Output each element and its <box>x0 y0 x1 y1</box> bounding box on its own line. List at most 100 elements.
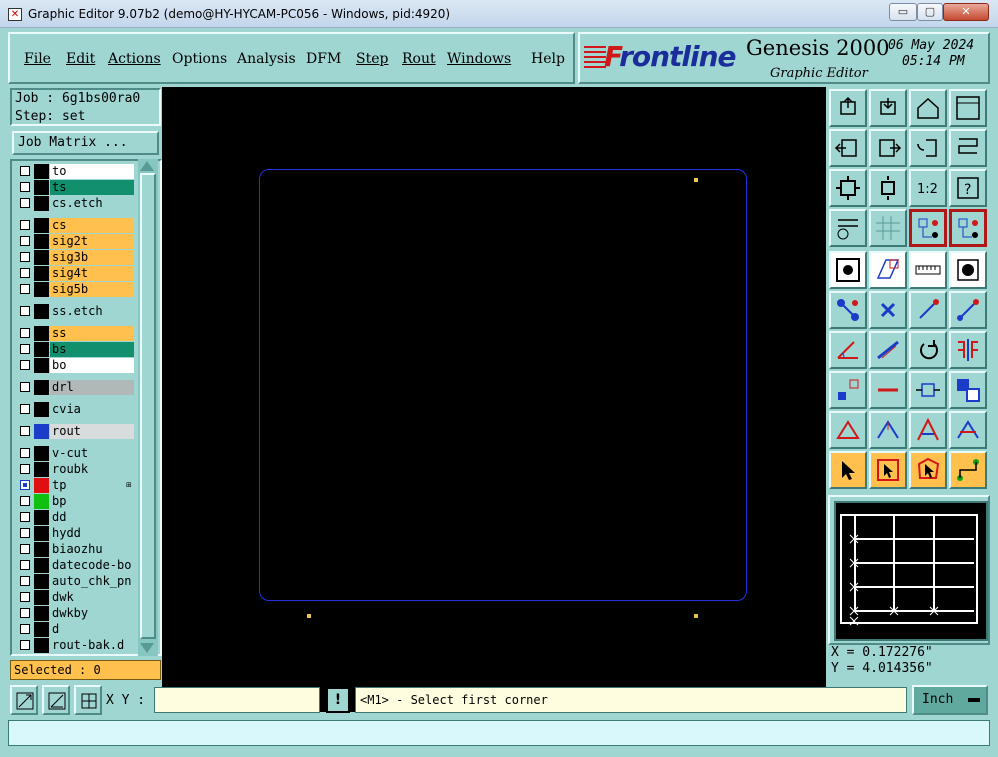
layer-name[interactable]: biaozhu <box>50 542 134 557</box>
layer-name[interactable]: dwk <box>50 590 134 605</box>
graphics-canvas[interactable] <box>162 87 826 712</box>
pan-left-tool-button[interactable] <box>829 129 867 167</box>
layer-row-ss[interactable]: ss <box>16 326 134 341</box>
layer-row-dd[interactable]: dd <box>16 510 134 525</box>
layer-color-swatch[interactable] <box>34 180 49 195</box>
menu-edit[interactable]: Edit <box>66 51 95 67</box>
layer-name[interactable]: sig4t <box>50 266 134 281</box>
menu-actions[interactable]: Actions <box>108 51 161 67</box>
layer-color-swatch[interactable] <box>34 282 49 297</box>
arc-red-tool-button[interactable] <box>829 411 867 449</box>
minimize-button[interactable]: ▭ <box>889 3 917 21</box>
layer-name[interactable]: v-cut <box>50 446 134 461</box>
layer-color-swatch[interactable] <box>34 304 49 319</box>
rotate-tool-button[interactable] <box>909 331 947 369</box>
layer-row-rout-bak.d[interactable]: rout-bak.d <box>16 638 134 653</box>
menu-analysis[interactable]: Analysis <box>237 51 296 67</box>
layer-checkbox[interactable] <box>20 576 30 586</box>
ruler-tool-button[interactable] <box>909 251 947 289</box>
layer-checkbox[interactable] <box>20 198 30 208</box>
layer-row-biaozhu[interactable]: biaozhu <box>16 542 134 557</box>
pointer-tool-button[interactable] <box>829 451 867 489</box>
job-matrix-button[interactable]: Job Matrix ... <box>12 131 159 155</box>
layer-name[interactable]: bs <box>50 342 134 357</box>
layer-row-dwk[interactable]: dwk <box>16 590 134 605</box>
layer-row-bp[interactable]: bp <box>16 494 134 509</box>
layer-row-sig2t[interactable]: sig2t <box>16 234 134 249</box>
layer-name[interactable]: bp <box>50 494 134 509</box>
layer-checkbox[interactable] <box>20 512 30 522</box>
layer-checkbox[interactable] <box>20 640 30 650</box>
line-point-2-tool-button[interactable] <box>949 291 987 329</box>
layer-color-swatch[interactable] <box>34 424 49 439</box>
zoom-home-tool-button[interactable] <box>829 89 867 127</box>
minus-line-tool-button[interactable] <box>869 371 907 409</box>
layer-color-swatch[interactable] <box>34 234 49 249</box>
layer-row-hydd[interactable]: hydd <box>16 526 134 541</box>
layer-color-swatch[interactable] <box>34 590 49 605</box>
arc-blue-tool-button[interactable] <box>869 411 907 449</box>
layer-color-swatch[interactable] <box>34 478 49 493</box>
scroll-up-icon[interactable] <box>140 161 154 171</box>
close-button[interactable]: ✕ <box>943 3 989 21</box>
menu-options[interactable]: Options <box>172 51 227 67</box>
layer-checkbox[interactable] <box>20 608 30 618</box>
layer-color-swatch[interactable] <box>34 250 49 265</box>
layer-checkbox[interactable] <box>20 592 30 602</box>
home-tool-button[interactable] <box>909 89 947 127</box>
layer-name[interactable]: bo <box>50 358 134 373</box>
layer-row-rout[interactable]: rout <box>16 424 134 439</box>
route-tool-button[interactable] <box>949 451 987 489</box>
layer-checkbox[interactable] <box>20 624 30 634</box>
layer-row-datecode-bo[interactable]: datecode-bo <box>16 558 134 573</box>
layer-name[interactable]: auto_chk_pn <box>50 574 134 589</box>
layer-name[interactable]: sig3b <box>50 250 134 265</box>
angle-mode-button[interactable] <box>42 685 70 715</box>
layer-row-cvia[interactable]: cvia <box>16 402 134 417</box>
layer-row-tp[interactable]: tp ⊞ <box>16 478 134 493</box>
layer-name[interactable]: dd <box>50 510 134 525</box>
layer-checkbox[interactable] <box>20 528 30 538</box>
layer-name[interactable]: dwkby <box>50 606 134 621</box>
layer-name[interactable]: tp <box>50 478 134 493</box>
layer-row-sig3b[interactable]: sig3b <box>16 250 134 265</box>
arc-measure-tool-button[interactable] <box>949 411 987 449</box>
undo-view-tool-button[interactable] <box>909 129 947 167</box>
layer-name[interactable]: datecode-bo <box>50 558 134 573</box>
layer-color-swatch[interactable] <box>34 358 49 373</box>
measure-shape-tool-button[interactable] <box>869 251 907 289</box>
layer-row-bo[interactable]: bo <box>16 358 134 373</box>
select-box-tool-button[interactable] <box>869 451 907 489</box>
layer-color-swatch[interactable] <box>34 574 49 589</box>
layer-row-sig4t[interactable]: sig4t <box>16 266 134 281</box>
layer-color-swatch[interactable] <box>34 196 49 211</box>
layer-row-to[interactable]: to <box>16 164 134 179</box>
layer-name[interactable]: sig5b <box>50 282 134 297</box>
layer-checkbox[interactable] <box>20 166 30 176</box>
grid-mode-button[interactable] <box>74 685 102 715</box>
select-pad-tool-button[interactable] <box>949 251 987 289</box>
alert-button[interactable]: ! <box>326 687 350 713</box>
window-tool-button[interactable] <box>949 89 987 127</box>
menu-windows[interactable]: Windows <box>447 51 511 67</box>
snap-mode-button[interactable] <box>10 685 38 715</box>
menu-help[interactable]: Help <box>531 51 565 67</box>
xy-input[interactable] <box>154 687 320 713</box>
line-point-tool-button[interactable] <box>909 291 947 329</box>
layer-checkbox[interactable] <box>20 480 30 490</box>
layer-checkbox[interactable] <box>20 560 30 570</box>
layer-row-ts[interactable]: ts <box>16 180 134 195</box>
layer-row-auto_chk_pn[interactable]: auto_chk_pn <box>16 574 134 589</box>
fit-vertical-tool-button[interactable] <box>869 169 907 207</box>
layer-row-v-cut[interactable]: v-cut <box>16 446 134 461</box>
layer-list-scrollbar[interactable] <box>136 159 160 656</box>
layer-color-swatch[interactable] <box>34 164 49 179</box>
layers-red-tool-button[interactable] <box>909 209 947 247</box>
layer-color-swatch[interactable] <box>34 622 49 637</box>
layer-name[interactable]: rout-bak.d <box>50 638 134 653</box>
overview-canvas[interactable] <box>834 501 988 641</box>
layer-color-swatch[interactable] <box>34 638 49 653</box>
layer-checkbox[interactable] <box>20 268 30 278</box>
layer-color-swatch[interactable] <box>34 510 49 525</box>
layer-name[interactable]: rout <box>50 424 134 439</box>
